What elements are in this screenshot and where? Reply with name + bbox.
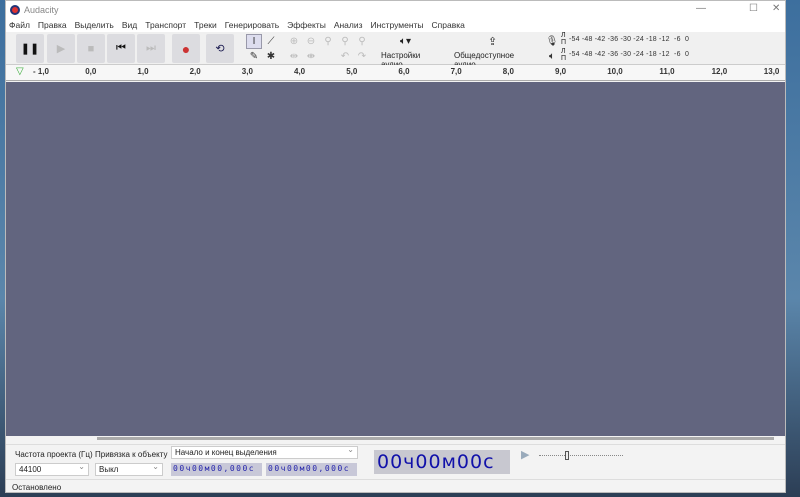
play-at-speed-button[interactable]: ▶ — [521, 448, 529, 461]
share-audio-button[interactable]: ⇪ Общедоступное аудио — [450, 34, 536, 69]
upload-icon: ⇪ — [488, 36, 498, 48]
rec-left-label: Л — [561, 32, 566, 39]
close-button[interactable]: ✕ — [772, 3, 780, 14]
ruler-tick-label: 3,0 — [241, 67, 253, 76]
window-title: Audacity — [24, 4, 59, 15]
undo-icon[interactable]: ↶ — [337, 49, 353, 64]
menu-bar: Файл Правка Выделить Вид Транспорт Треки Генер… — [6, 18, 785, 32]
zoom-in-icon[interactable]: ⊕ — [286, 34, 302, 49]
envelope-tool-icon[interactable]: ⟋ — [263, 34, 279, 49]
ruler-tick-label: 6,0 — [398, 67, 410, 76]
silence-icon[interactable]: ⇼ — [303, 49, 319, 64]
redo-icon[interactable]: ↷ — [354, 49, 370, 64]
play-button[interactable]: ▶ — [47, 34, 75, 63]
pause-button[interactable]: ❚❚ — [16, 34, 44, 63]
loop-button[interactable]: ⟲ — [206, 34, 234, 63]
horizontal-scrollbar[interactable] — [97, 437, 774, 440]
selection-end-time[interactable]: 00ч00м00,000с — [266, 463, 357, 476]
speaker-icon: 🔈︎▾ — [400, 36, 412, 47]
record-button[interactable]: ● — [172, 34, 200, 63]
track-area[interactable] — [6, 82, 785, 436]
menu-item[interactable]: Справка — [432, 20, 465, 30]
microphone-icon[interactable]: 🎙︎ — [544, 34, 560, 49]
zoom-out-icon[interactable]: ⊖ — [303, 34, 319, 49]
menu-item[interactable]: Транспорт — [145, 20, 186, 30]
menu-item[interactable]: Эффекты — [287, 20, 326, 30]
minimize-button[interactable]: — — [696, 3, 706, 14]
play-speed-slider[interactable] — [539, 451, 623, 460]
project-rate-label: Частота проекта (Гц) — [15, 450, 93, 459]
draw-tool-icon[interactable]: ✎ — [246, 49, 262, 64]
menu-item[interactable]: Файл — [9, 20, 30, 30]
menu-item[interactable]: Выделить — [75, 20, 114, 30]
play-head-icon[interactable]: ▽ — [16, 66, 24, 77]
ruler-tick-label: 2,0 — [189, 67, 201, 76]
play-right-label: П — [561, 55, 567, 62]
toolbar: ❚❚ ▶ ■ ⏮ ⏭ ● ⟲ I ⟋ ✎ ✱ ⊕ ⊖ ⚲ ⚲ ⚲ ⇹ ⇼ ↶ ↷… — [6, 32, 785, 69]
maximize-button[interactable]: ☐ — [749, 3, 758, 14]
menu-item[interactable]: Треки — [194, 20, 217, 30]
ruler-tick-label: 9,0 — [555, 67, 567, 76]
project-rate-select[interactable]: 44100 — [15, 462, 89, 476]
selection-start-time[interactable]: 00ч00м00,000с — [171, 463, 262, 476]
audio-setup-button[interactable]: 🔈︎▾ Настройки аудио — [378, 34, 442, 69]
selection-tool-icon[interactable]: I — [246, 34, 262, 49]
menu-item[interactable]: Правка — [38, 20, 67, 30]
snap-label: Привязка к объекту — [95, 450, 168, 459]
ruler-tick-label: 5,0 — [346, 67, 358, 76]
menu-item[interactable]: Вид — [122, 20, 137, 30]
stop-button[interactable]: ■ — [77, 34, 105, 63]
fit-selection-icon[interactable]: ⚲ — [320, 34, 336, 49]
selection-mode-select[interactable]: Начало и конец выделения — [171, 445, 358, 459]
ruler-tick-label: 4,0 — [294, 67, 306, 76]
multi-tool-icon[interactable]: ✱ — [263, 49, 279, 64]
fit-project-icon[interactable]: ⚲ — [337, 34, 353, 49]
play-speed-slider-knob[interactable] — [565, 451, 569, 460]
ruler-tick-label: 8,0 — [502, 67, 514, 76]
timeline-ruler[interactable]: ▽ - 1,0 0,0 1,0 2,0 3,0 4,0 5,0 6,0 7,0 8,0 9,0 10,… — [6, 65, 785, 81]
playback-speaker-icon[interactable]: 🔈︎ — [544, 49, 560, 64]
snap-select[interactable]: Выкл — [95, 462, 163, 476]
ruler-tick-label: - 1,0 — [33, 67, 50, 76]
menu-item[interactable]: Генерировать — [225, 20, 279, 30]
selection-toolbar: Частота проекта (Гц) 44100 Привязка к об… — [6, 444, 785, 479]
ruler-tick-label: 0,0 — [85, 67, 97, 76]
ruler-tick-label: 12,0 — [711, 67, 728, 76]
playback-meter[interactable]: -54 -48 -42 -36 -30 -24 -18 -12 -6 0 — [569, 51, 689, 58]
audacity-logo-icon — [10, 4, 20, 15]
ruler-tick-label: 1,0 — [137, 67, 149, 76]
trim-icon[interactable]: ⇹ — [286, 49, 302, 64]
zoom-toggle-icon[interactable]: ⚲ — [354, 34, 370, 49]
rec-right-label: П — [561, 39, 567, 46]
menu-item[interactable]: Анализ — [334, 20, 363, 30]
ruler-tick-label: 13,0 — [763, 67, 780, 76]
ruler-tick-label: 7,0 — [450, 67, 462, 76]
audacity-window: Audacity — ☐ ✕ Файл Правка Выделить Вид Тран… — [5, 0, 786, 493]
time-display[interactable]: 00ч00м00с — [374, 450, 510, 474]
ruler-tick-label: 11,0 — [659, 67, 675, 76]
play-left-label: Л — [561, 48, 566, 55]
status-bar: Остановлено — [6, 479, 785, 493]
title-bar: Audacity — ☐ ✕ — [6, 1, 785, 18]
ruler-tick-label: 10,0 — [607, 67, 623, 76]
record-meter[interactable]: -54 -48 -42 -36 -30 -24 -18 -12 -6 0 — [569, 36, 689, 43]
menu-item[interactable]: Инструменты — [371, 20, 424, 30]
skip-end-button[interactable]: ⏭ — [137, 34, 165, 63]
skip-start-button[interactable]: ⏮ — [107, 34, 135, 63]
